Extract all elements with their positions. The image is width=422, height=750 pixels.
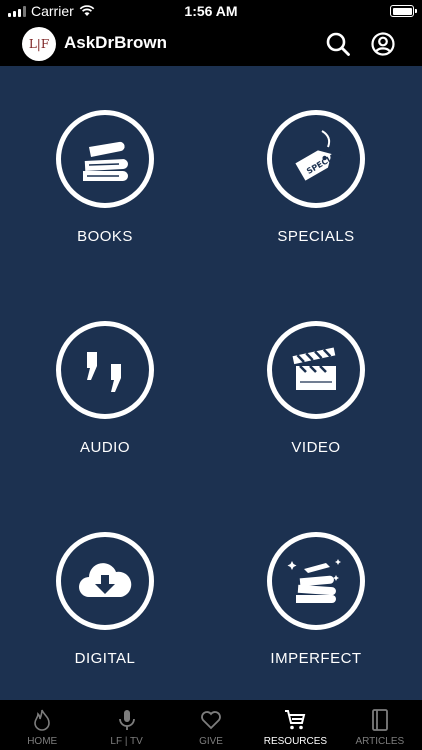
digital-label: DIGITAL <box>74 650 136 667</box>
books-circle <box>56 110 154 208</box>
app-logo[interactable]: L|F <box>22 27 56 61</box>
digital-tile[interactable]: DIGITAL <box>20 532 190 712</box>
tab-resources-label: RESOURCES <box>263 736 328 747</box>
tab-articles[interactable]: ARTICLES <box>338 700 422 750</box>
specials-circle: SPECIAL <box>267 110 365 208</box>
heart-icon <box>201 711 221 730</box>
flame-icon <box>34 709 51 731</box>
specials-tile[interactable]: SPECIAL SPECIALS <box>231 110 401 290</box>
quote-icon <box>87 352 121 392</box>
tab-bar: HOME LF | TV GIVE RESOURCES ARTICLES <box>0 700 422 750</box>
cloud-download-icon <box>79 563 132 597</box>
tab-give-label: GIVE <box>199 736 223 747</box>
search-icon[interactable] <box>325 31 351 57</box>
special-tag-icon: SPECIAL <box>295 130 342 181</box>
tab-articles-label: ARTICLES <box>355 736 405 747</box>
audio-label: AUDIO <box>79 439 130 456</box>
cart-icon <box>285 710 306 730</box>
books-tile[interactable]: BOOKS <box>20 110 190 290</box>
tab-home-label: HOME <box>27 736 58 747</box>
imperfect-circle <box>267 532 365 630</box>
status-time: 1:56 AM <box>184 3 238 19</box>
status-bar: Carrier 1:56 AM <box>0 0 422 22</box>
imperfect-label: IMPERFECT <box>270 650 362 667</box>
video-tile[interactable]: VIDEO <box>231 321 401 501</box>
audio-circle <box>56 321 154 419</box>
video-label: VIDEO <box>291 439 341 456</box>
account-icon[interactable] <box>370 31 396 57</box>
tab-lf-tv-label: LF | TV <box>110 736 143 747</box>
tab-lf-tv[interactable]: LF | TV <box>84 700 168 750</box>
book-icon <box>371 709 388 731</box>
tab-home[interactable]: HOME <box>0 700 84 750</box>
video-circle <box>267 321 365 419</box>
tab-give[interactable]: GIVE <box>169 700 253 750</box>
battery-icon <box>390 5 417 17</box>
specials-label: SPECIALS <box>277 228 355 245</box>
app-header: L|F AskDrBrown <box>0 22 422 66</box>
sparkling-books-icon <box>287 559 341 603</box>
audio-tile[interactable]: AUDIO <box>20 321 190 501</box>
books-label: BOOKS <box>77 228 133 245</box>
microphone-icon <box>118 710 135 730</box>
tab-resources[interactable]: RESOURCES <box>253 700 337 750</box>
books-icon <box>83 141 128 181</box>
clapperboard-icon <box>292 347 336 390</box>
imperfect-tile[interactable]: IMPERFECT <box>231 532 401 712</box>
resources-grid: BOOKS SPECIAL SPECIALS AUDIO VIDEO DIGIT… <box>0 66 422 700</box>
digital-circle <box>56 532 154 630</box>
app-title: AskDrBrown <box>64 33 167 52</box>
